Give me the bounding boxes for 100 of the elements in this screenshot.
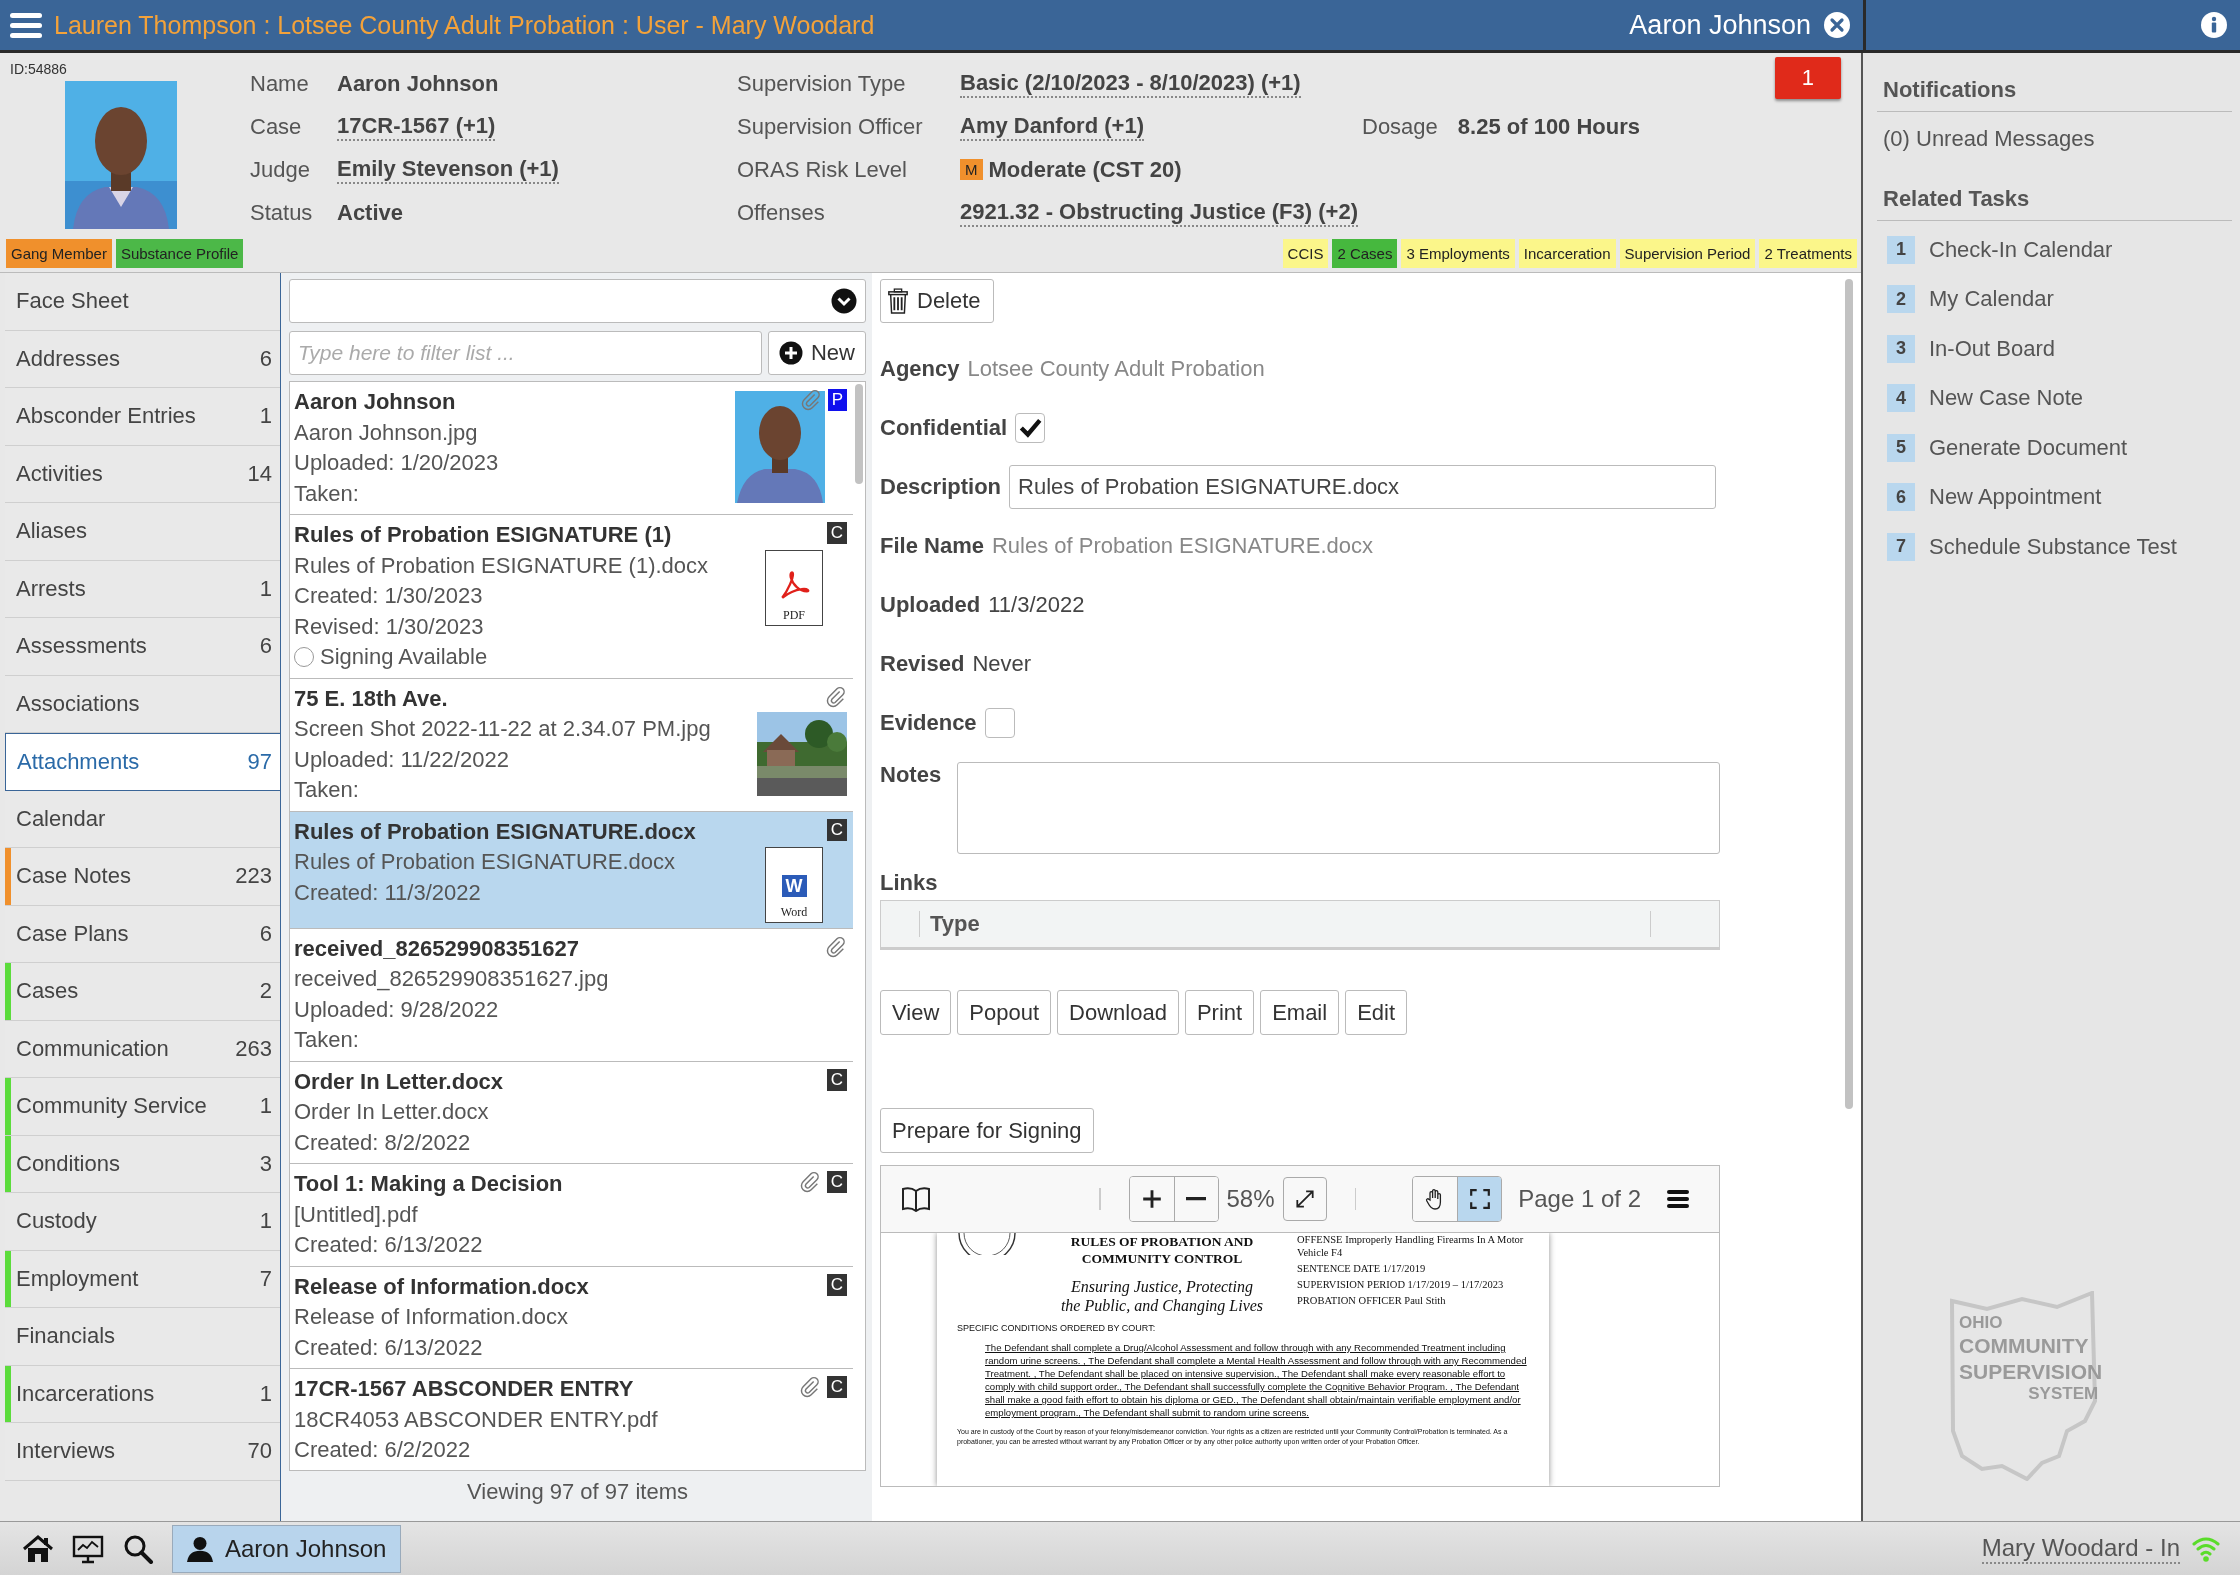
task-link[interactable]: 3 In-Out Board xyxy=(1877,324,2232,374)
attachment-item[interactable]: Order In Letter.docx Order In Letter.docx Created: 8/2/2022 C xyxy=(290,1061,853,1164)
field-link[interactable]: 17CR-1567 (+1) xyxy=(337,112,496,141)
flag-tag[interactable]: Substance Profile xyxy=(115,239,244,268)
monitor-icon[interactable] xyxy=(72,1533,104,1564)
summary-tag[interactable]: 2 Cases xyxy=(1332,239,1398,268)
attachment-item[interactable]: 75 E. 18th Ave. Screen Shot 2022-11-22 at 2.34.07 PM.jpg Uploaded: 11/22/2022 Taken: xyxy=(290,678,853,812)
flag-tag[interactable]: Gang Member xyxy=(6,239,112,268)
task-link[interactable]: 4 New Case Note xyxy=(1877,373,2232,423)
taskbar-tab[interactable]: Aaron Johnson xyxy=(172,1524,402,1573)
attachment-item[interactable]: Tool 1: Making a Decision [Untitled].pdf Created: 6/13/2022 C xyxy=(290,1164,853,1267)
field-label: Notes xyxy=(880,762,942,788)
attachment-item[interactable]: Release of Information.docx Release of Information.docx Created: 6/13/2022 C xyxy=(290,1266,853,1369)
attachment-item[interactable]: Aaron Johnson Aaron Johnson.jpg Uploaded: 1/20/2023 Taken: P xyxy=(290,382,853,515)
type-badge: C xyxy=(826,1376,847,1398)
attachment-title: Order In Letter.docx xyxy=(294,1067,505,1096)
attachment-detail: Created: 6/2/2022 xyxy=(294,1436,472,1464)
description-field[interactable]: Rules of Probation ESIGNATURE.docx xyxy=(1009,464,1717,509)
column-header[interactable]: Type xyxy=(919,911,1651,937)
attachment-item[interactable]: Rules of Probation ESIGNATURE.docx Rules of Probation ESIGNATURE.docx Created: 11/3/2022 C W Word xyxy=(290,811,853,929)
info-icon[interactable] xyxy=(2200,11,2228,39)
radio-button[interactable] xyxy=(294,647,314,668)
attachment-item[interactable]: received_826529908351627 received_826529908351627.jpg Uploaded: 9/28/2022 Taken: xyxy=(290,928,853,1062)
close-icon[interactable] xyxy=(1823,11,1851,39)
field-link[interactable]: Amy Danford (+1) xyxy=(960,112,1144,141)
scrollbar[interactable] xyxy=(855,384,863,484)
user-icon xyxy=(187,1535,213,1562)
minus-icon xyxy=(1186,1197,1206,1201)
summary-tag[interactable]: CCIS xyxy=(1282,239,1329,268)
zoom-out-button[interactable] xyxy=(1173,1177,1218,1221)
attachment-title: 75 E. 18th Ave. xyxy=(294,684,449,713)
action-button[interactable]: Edit xyxy=(1345,990,1408,1035)
attachment-item[interactable]: 17CR-1567 ABSCONDER ENTRY 18CR4053 ABSCONDER ENTRY.pdf Created: 6/2/2022 C xyxy=(290,1369,853,1470)
notification-text[interactable]: (0) Unread Messages xyxy=(1877,112,2232,172)
type-badge: C xyxy=(826,818,847,841)
prepare-signing-button[interactable]: Prepare for Signing xyxy=(880,1108,1094,1153)
document-info: SUPERVISION PERIOD 1/17/2019 – 1/17/2023 xyxy=(1297,1278,1505,1291)
field-link[interactable]: Basic (2/10/2023 - 8/10/2023) (+1) xyxy=(960,69,1301,98)
field-link[interactable]: 2921.32 - Obstructing Justice (F3) (+2) xyxy=(960,198,1358,227)
summary-tag[interactable]: Supervision Period xyxy=(1619,239,1756,268)
action-button[interactable]: Popout xyxy=(957,990,1052,1035)
attachment-detail: Created: 6/13/2022 xyxy=(294,1231,484,1259)
task-link[interactable]: 6 New Appointment xyxy=(1877,472,2232,522)
task-link[interactable]: 1 Check-In Calendar xyxy=(1877,225,2232,275)
plus-icon xyxy=(1140,1188,1163,1210)
attachment-item[interactable]: Rules of Probation ESIGNATURE (1) Rules of Probation ESIGNATURE (1).docx Created: 1/30/2023 Revised: 1/30/2023 Signing Available C PDF xyxy=(290,515,853,679)
attachment-detail: Created: 6/13/2022 xyxy=(294,1333,484,1362)
attachment-title: received_826529908351627 xyxy=(294,934,581,963)
attachment-detail: Uploaded: 11/22/2022 xyxy=(294,745,510,774)
expand-button[interactable] xyxy=(1282,1177,1327,1221)
summary-tag[interactable]: 2 Treatments xyxy=(1759,239,1857,268)
nav-item[interactable]: Employment 7 xyxy=(5,1250,280,1308)
action-button[interactable]: View xyxy=(880,990,952,1035)
new-button[interactable]: New xyxy=(768,331,866,375)
seal-icon xyxy=(957,1233,1017,1255)
checkbox[interactable] xyxy=(984,707,1015,738)
fit-page-button[interactable] xyxy=(1457,1177,1502,1221)
action-button[interactable]: Email xyxy=(1260,990,1340,1035)
home-icon[interactable] xyxy=(22,1533,54,1564)
notes-field[interactable] xyxy=(957,762,1720,854)
pdf-file-icon: PDF xyxy=(765,550,823,626)
filter-field[interactable]: Type here to filter list ... xyxy=(289,331,762,375)
summary-tag[interactable]: Incarceration xyxy=(1518,239,1616,268)
user-status[interactable]: Mary Woodard - In xyxy=(1981,1533,2180,1564)
nav-item[interactable]: Conditions 3 xyxy=(5,1135,280,1193)
field-value: Never xyxy=(972,650,1032,677)
document-info: SENTENCE DATE 1/17/2019 xyxy=(1297,1262,1427,1275)
task-link[interactable]: 5 Generate Document xyxy=(1877,423,2232,473)
task-link[interactable]: 7 Schedule Substance Test xyxy=(1877,522,2232,572)
delete-button[interactable]: Delete xyxy=(880,279,994,323)
field-label: Name xyxy=(250,70,310,97)
field-value: 8.25 of 100 Hours xyxy=(1457,113,1641,140)
attachment-detail: Taken: xyxy=(294,479,360,508)
field-label: Case xyxy=(250,113,303,140)
attachment-detail: Uploaded: 1/20/2023 xyxy=(294,449,500,477)
field-label: Status xyxy=(250,199,314,226)
scrollbar[interactable] xyxy=(1845,279,1853,1109)
book-icon[interactable] xyxy=(901,1186,931,1212)
risk-badge: M xyxy=(960,159,983,180)
nav-item[interactable]: Community Service 1 xyxy=(5,1078,280,1136)
alert-count[interactable]: 1 xyxy=(1774,57,1841,99)
attachment-detail: Aaron Johnson.jpg xyxy=(294,418,479,447)
logo-text: OHIO xyxy=(1959,1313,2003,1334)
record-id: ID:54886 xyxy=(10,61,67,77)
nav-item[interactable]: Case Notes 223 xyxy=(5,848,280,906)
summary-tag[interactable]: 3 Employments xyxy=(1401,239,1515,268)
field-link[interactable]: Emily Stevenson (+1) xyxy=(337,155,559,184)
attachment-detail: Taken: xyxy=(294,776,360,804)
action-button[interactable]: Print xyxy=(1184,990,1255,1035)
nav-item[interactable]: Cases 2 xyxy=(5,963,280,1021)
section-title: Related Tasks xyxy=(1877,172,2232,221)
nav-item[interactable]: Attachments 97 xyxy=(5,733,280,791)
checkbox[interactable] xyxy=(1015,412,1046,443)
attachment-detail: Created: 8/2/2022 xyxy=(294,1128,472,1157)
menu-icon[interactable] xyxy=(10,11,42,39)
action-button[interactable]: Download xyxy=(1057,990,1179,1035)
menu-icon[interactable] xyxy=(1667,1189,1689,1209)
nav-item[interactable]: Incarcerations 1 xyxy=(5,1365,280,1423)
task-link[interactable]: 2 My Calendar xyxy=(1877,274,2232,324)
search-icon[interactable] xyxy=(122,1533,154,1564)
